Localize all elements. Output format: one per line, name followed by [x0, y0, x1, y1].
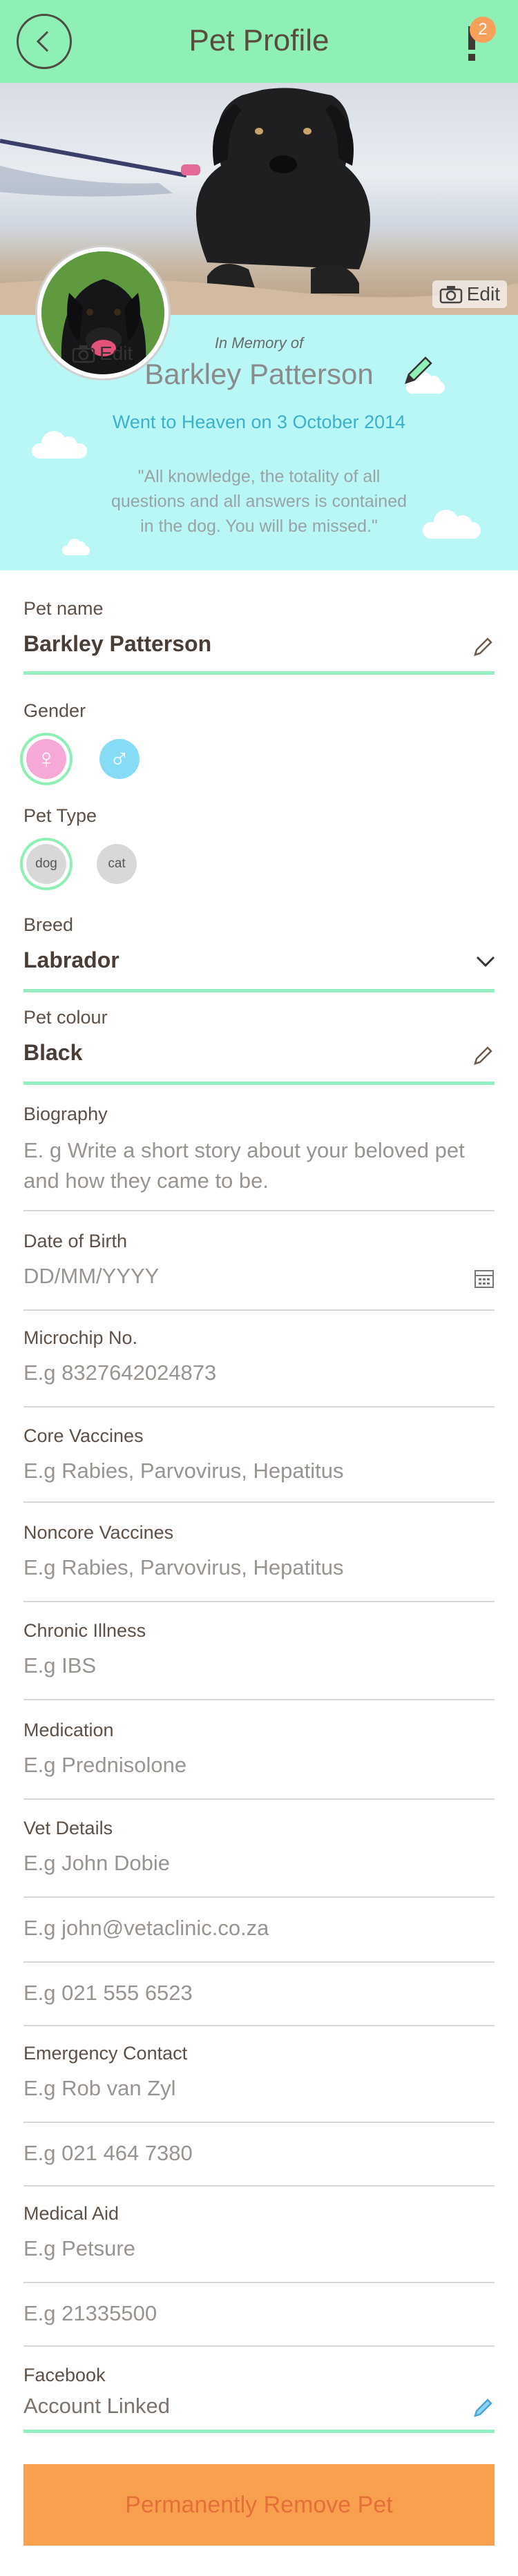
facebook-field[interactable]: Account Linked — [23, 2394, 495, 2419]
emergency-name-underline — [23, 2122, 495, 2123]
pencil-icon[interactable] — [472, 635, 495, 657]
chronic-illness-label: Chronic Illness — [23, 1620, 146, 1641]
camera-icon — [439, 286, 462, 304]
vet-phone-field[interactable]: E.g 021 555 6523 — [23, 1981, 495, 2006]
microchip-label: Microchip No. — [23, 1327, 138, 1348]
vet-email-field[interactable]: E.g john@vetaclinic.co.za — [23, 1916, 495, 1941]
vet-name-field[interactable]: E.g John Dobie — [23, 1851, 495, 1876]
quote-line: in the dog. You will be missed." — [140, 517, 378, 536]
cloud-decoration — [62, 539, 90, 555]
pet-name-underline — [23, 671, 495, 675]
cover-edit-label: Edit — [466, 283, 500, 305]
pencil-icon[interactable] — [472, 1044, 495, 1066]
calendar-icon[interactable] — [474, 1268, 495, 1289]
facebook-underline — [23, 2430, 495, 2433]
chevron-down-icon[interactable] — [475, 954, 496, 968]
app-header: Pet Profile 2 — [0, 0, 518, 83]
camera-icon — [72, 345, 95, 363]
heaven-date: Went to Heaven on 3 October 2014 — [112, 412, 406, 432]
pencil-icon[interactable] — [472, 2396, 495, 2419]
pet-name-field[interactable]: Barkley Patterson — [23, 631, 495, 657]
medication-field[interactable]: E.g Prednisolone — [23, 1753, 495, 1778]
female-icon: ♀ — [36, 743, 57, 774]
medication-underline — [23, 1798, 495, 1800]
avatar-edit-button[interactable]: Edit — [72, 343, 133, 365]
biography-label: Biography — [23, 1104, 108, 1124]
noncore-vaccines-label: Noncore Vaccines — [23, 1522, 174, 1543]
pet-type-label: Pet Type — [23, 805, 97, 826]
emergency-contact-label: Emergency Contact — [23, 2043, 188, 2064]
emergency-name-field[interactable]: E.g Rob van Zyl — [23, 2076, 495, 2101]
biography-placeholder: and how they came to be. — [23, 1169, 269, 1193]
quote-line: questions and all answers is contained — [111, 492, 407, 511]
core-vaccines-label: Core Vaccines — [23, 1425, 144, 1446]
pet-colour-field[interactable]: Black — [23, 1040, 495, 1066]
remove-pet-button[interactable]: Permanently Remove Pet — [23, 2464, 495, 2546]
gender-male-button[interactable]: ♂ — [99, 739, 140, 779]
pet-colour-underline — [23, 1082, 495, 1085]
breed-label: Breed — [23, 914, 74, 935]
cover-edit-button[interactable]: Edit — [432, 280, 507, 308]
breed-underline — [23, 989, 495, 992]
dob-field[interactable]: DD/MM/YYYY — [23, 1264, 495, 1289]
pet-type-dog-button[interactable]: dog — [26, 844, 66, 884]
cloud-decoration — [32, 431, 87, 459]
dob-underline — [23, 1309, 495, 1311]
pencil-icon[interactable] — [401, 352, 437, 388]
notification-badge[interactable]: 2 — [470, 17, 496, 43]
biography-underline — [23, 1210, 495, 1211]
dob-label: Date of Birth — [23, 1231, 128, 1251]
chronic-illness-underline — [23, 1699, 495, 1700]
vet-phone-underline — [23, 2025, 495, 2026]
pet-type-cat-button[interactable]: cat — [97, 844, 137, 884]
core-vaccines-underline — [23, 1501, 495, 1503]
vet-email-underline — [23, 1961, 495, 1963]
page-title: Pet Profile — [189, 23, 329, 57]
pet-name-label: Pet name — [23, 598, 104, 619]
emergency-phone-field[interactable]: E.g 021 464 7380 — [23, 2141, 495, 2166]
noncore-vaccines-field[interactable]: E.g Rabies, Parvovirus, Hepatitus — [23, 1555, 495, 1580]
biography-field[interactable]: E. g Write a short story about your belo… — [23, 1135, 495, 1196]
medical-aid-name-underline — [23, 2282, 495, 2283]
chronic-illness-field[interactable]: E.g IBS — [23, 1653, 495, 1678]
gender-label: Gender — [23, 700, 86, 721]
microchip-field[interactable]: E.g 8327642024873 — [23, 1361, 495, 1385]
cloud-decoration — [423, 510, 481, 539]
quote-line: "All knowledge, the totality of all — [137, 467, 381, 486]
breed-select[interactable]: Labrador — [23, 948, 495, 973]
microchip-underline — [23, 1406, 495, 1407]
core-vaccines-field[interactable]: E.g Rabies, Parvovirus, Hepatitus — [23, 1459, 495, 1483]
avatar-edit-label: Edit — [99, 343, 133, 364]
vet-details-label: Vet Details — [23, 1818, 113, 1838]
gender-female-button[interactable]: ♀ — [26, 739, 66, 779]
memorial-quote: "All knowledge, the totality of all ques… — [111, 464, 407, 539]
medical-aid-number-underline — [23, 2345, 495, 2347]
biography-placeholder: E. g Write a short story about your belo… — [23, 1138, 465, 1162]
medical-aid-number-field[interactable]: E.g 21335500 — [23, 2301, 495, 2326]
medical-aid-name-field[interactable]: E.g Petsure — [23, 2236, 495, 2261]
medical-aid-label: Medical Aid — [23, 2203, 119, 2224]
pet-colour-label: Pet colour — [23, 1007, 108, 1028]
medication-label: Medication — [23, 1720, 114, 1740]
vet-name-underline — [23, 1896, 495, 1898]
noncore-vaccines-underline — [23, 1601, 495, 1602]
male-icon: ♂ — [109, 743, 130, 774]
emergency-phone-underline — [23, 2185, 495, 2186]
facebook-label: Facebook — [23, 2365, 106, 2385]
